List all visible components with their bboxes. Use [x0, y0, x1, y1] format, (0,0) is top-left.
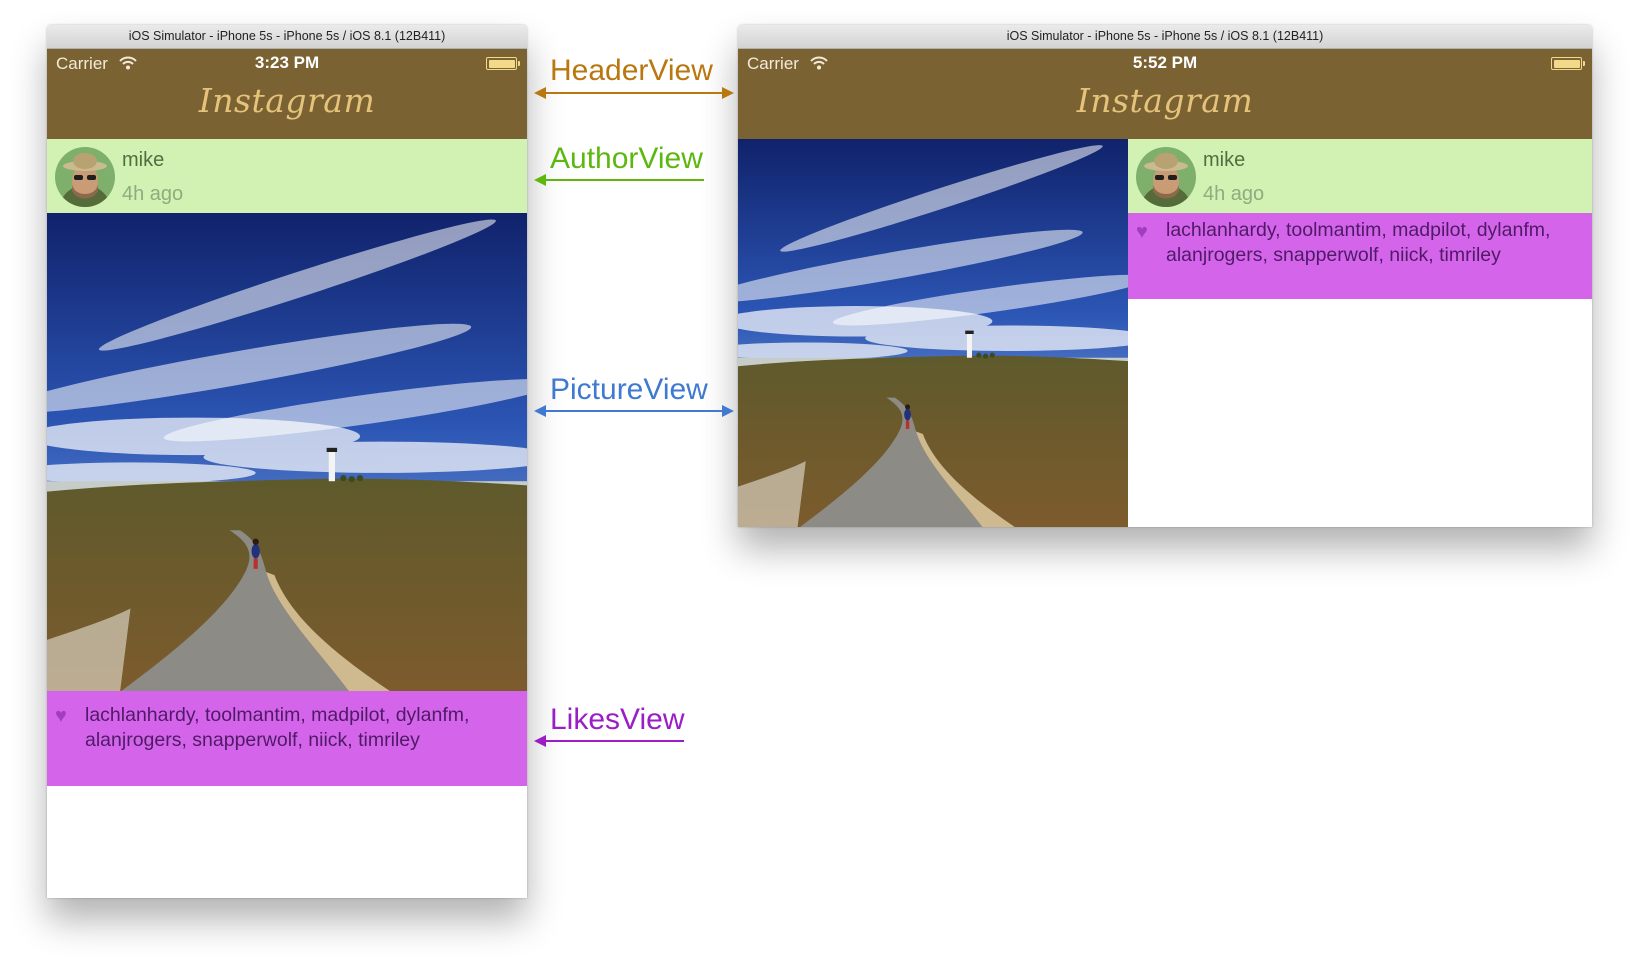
- double-arrow-icon: [534, 87, 734, 99]
- likes-view: ♥ lachlanhardy, toolmantim, madpilot, dy…: [1128, 213, 1592, 299]
- status-time: 3:23 PM: [254, 53, 320, 72]
- left-arrow-icon: [534, 174, 704, 186]
- avatar[interactable]: [55, 147, 115, 207]
- window-title: iOS Simulator - iPhone 5s - iPhone 5s / …: [738, 25, 1592, 49]
- side-panel: mike 4h ago ♥ lachlanhardy, toolmantim, …: [1128, 139, 1592, 527]
- simulator-window-landscape: iOS Simulator - iPhone 5s - iPhone 5s / …: [738, 25, 1592, 527]
- double-arrow-icon: [534, 405, 734, 417]
- battery-icon: [486, 57, 520, 70]
- header-view: Carrier 3:23 PM Instagram: [47, 49, 527, 139]
- status-bar: Carrier 3:23 PM: [47, 49, 527, 75]
- author-name[interactable]: mike: [122, 149, 164, 172]
- post-time: 4h ago: [122, 183, 184, 205]
- likes-text: lachlanhardy, toolmantim, madpilot, dyla…: [1166, 219, 1551, 266]
- left-arrow-icon: [534, 735, 684, 747]
- annotation-picture-view: PictureView: [550, 373, 708, 406]
- post-time: 4h ago: [1203, 183, 1265, 205]
- author-view: mike 4h ago: [47, 139, 527, 213]
- brand-logo: Instagram: [198, 81, 376, 120]
- annotation-likes-view: LikesView: [550, 703, 685, 736]
- content-area: mike 4h ago ♥ lachlanhardy, toolmantim, …: [738, 139, 1592, 527]
- status-bar: Carrier 5:52 PM: [738, 49, 1592, 75]
- author-view: mike 4h ago: [1128, 139, 1592, 213]
- battery-icon: [1551, 57, 1585, 70]
- simulator-window-portrait: iOS Simulator - iPhone 5s - iPhone 5s / …: [47, 25, 527, 898]
- likes-text: lachlanhardy, toolmantim, madpilot, dyla…: [85, 704, 470, 751]
- heart-icon[interactable]: ♥: [1136, 222, 1148, 242]
- avatar[interactable]: [1136, 147, 1196, 207]
- annotation-header-view: HeaderView: [550, 54, 713, 87]
- window-title: iOS Simulator - iPhone 5s - iPhone 5s / …: [47, 25, 527, 49]
- annotation-author-view: AuthorView: [550, 142, 703, 175]
- likes-view: ♥ lachlanhardy, toolmantim, madpilot, dy…: [47, 691, 527, 786]
- heart-icon[interactable]: ♥: [55, 706, 67, 726]
- brand-logo: Instagram: [1076, 81, 1254, 120]
- status-time: 5:52 PM: [1132, 53, 1198, 72]
- picture-view[interactable]: [738, 139, 1128, 527]
- author-name[interactable]: mike: [1203, 149, 1245, 172]
- picture-view[interactable]: [47, 213, 527, 691]
- header-view: Carrier 5:52 PM Instagram: [738, 49, 1592, 139]
